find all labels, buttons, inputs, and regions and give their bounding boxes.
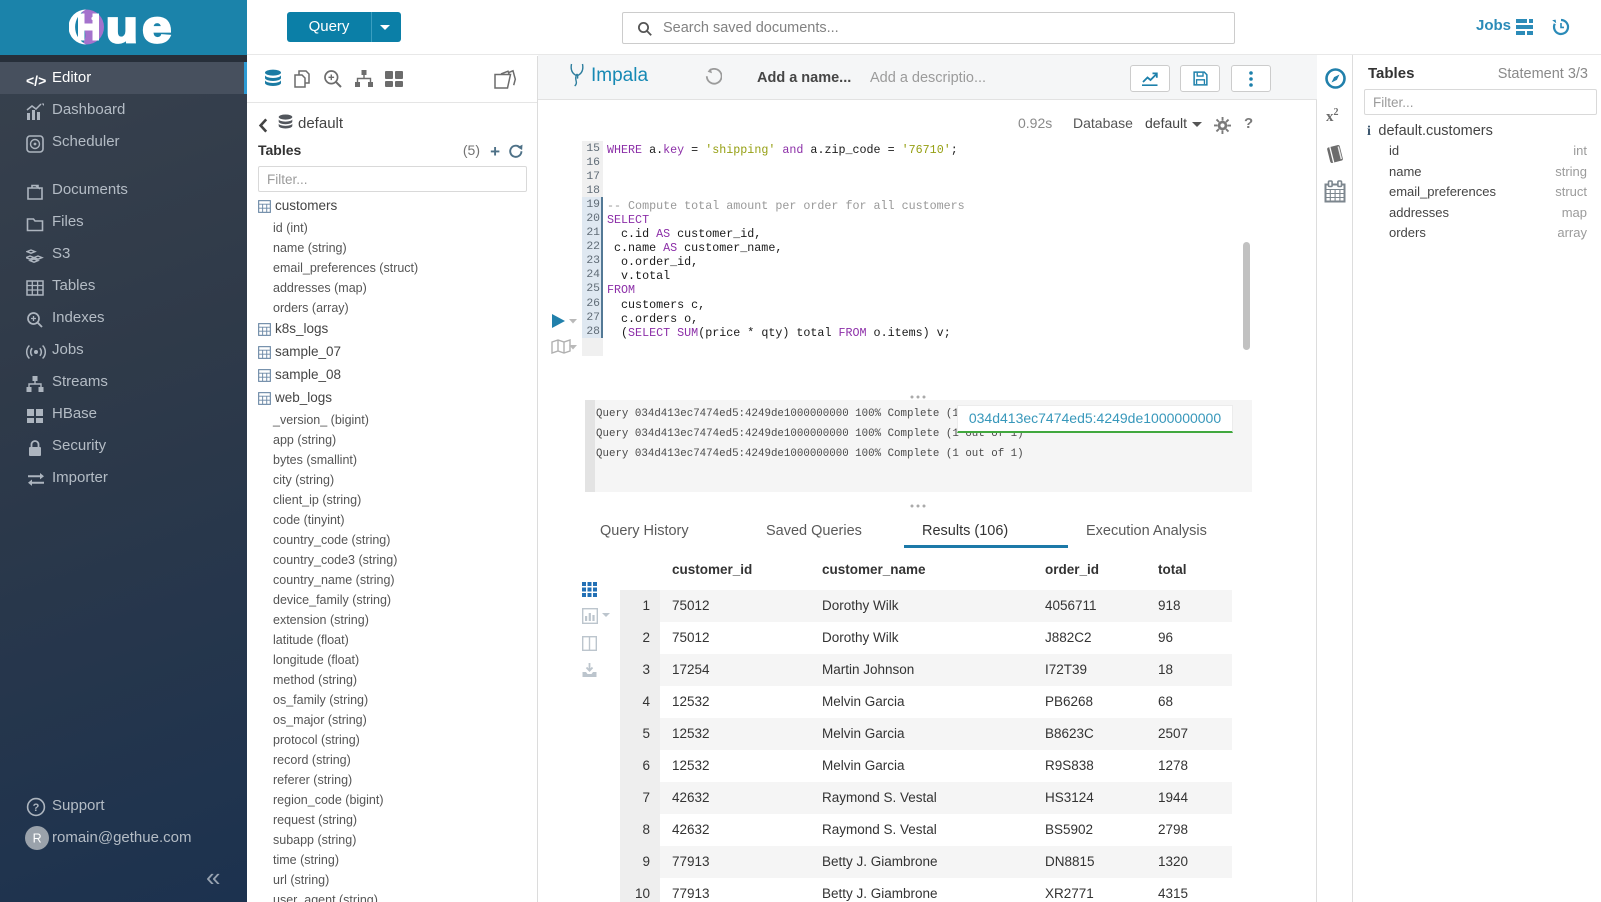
svg-text:R: R	[33, 832, 42, 846]
svg-text:?: ?	[33, 802, 40, 814]
svg-text:</>: </>	[26, 73, 46, 89]
svg-text:ue: ue	[106, 9, 176, 45]
